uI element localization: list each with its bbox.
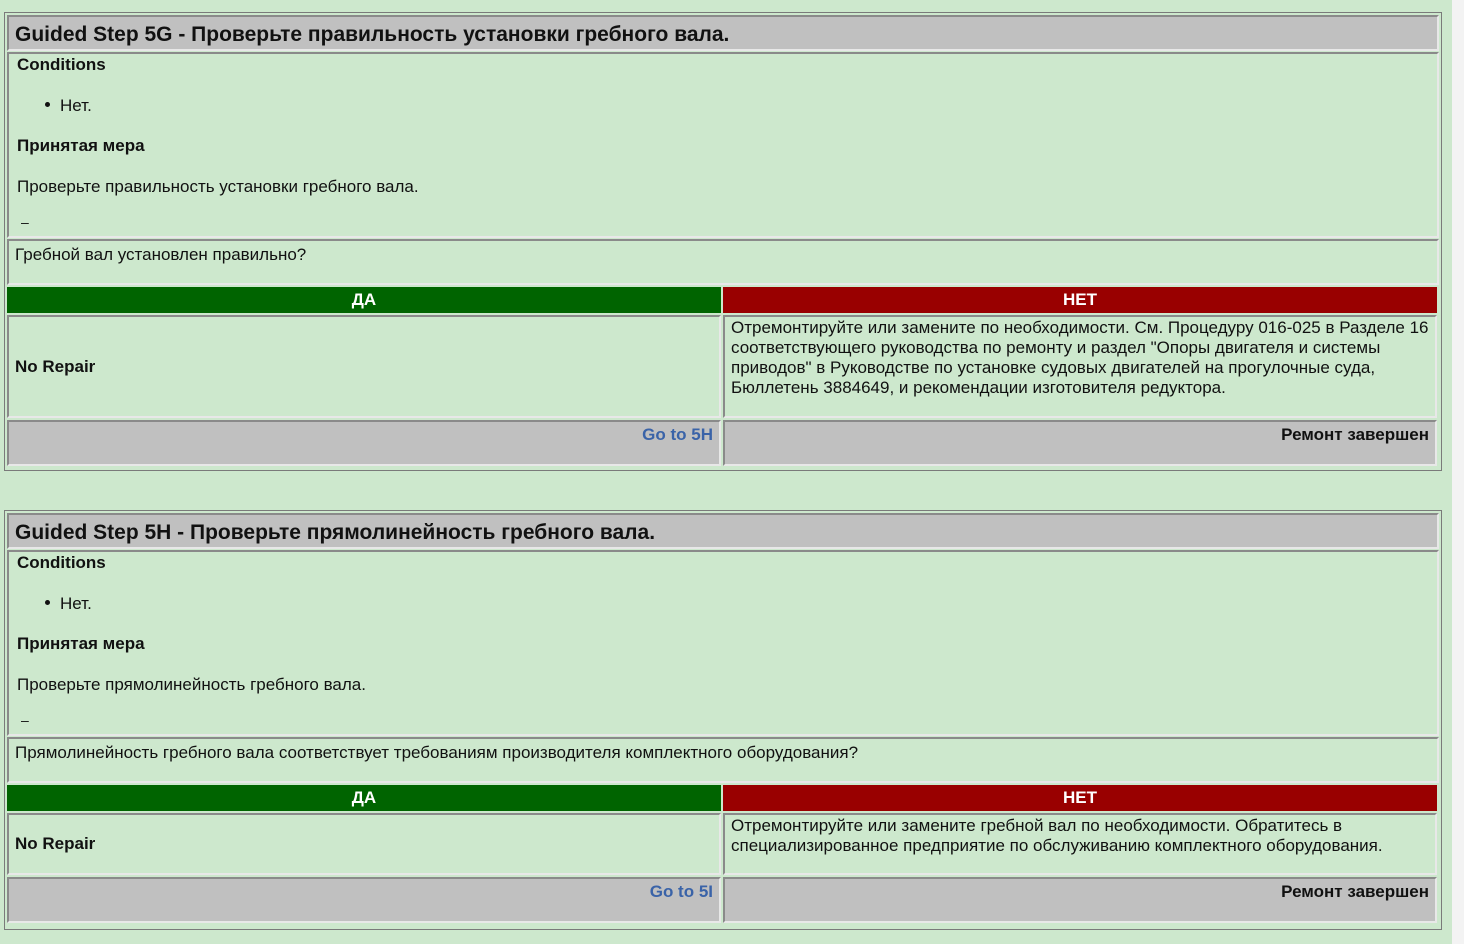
go-to-5h-link[interactable]: Go to 5H	[642, 425, 713, 444]
step-question: Прямолинейность гребного вала соответств…	[7, 737, 1439, 783]
page-right-strip	[1452, 0, 1464, 944]
bullet-icon	[45, 102, 50, 108]
no-header: НЕТ	[723, 287, 1437, 313]
separator-dash: –	[21, 712, 29, 728]
nav-row: Go to 5I Ремонт завершен	[6, 876, 1440, 924]
condition-item: Нет.	[45, 96, 92, 116]
conditions-heading: Conditions	[17, 553, 106, 572]
yes-nav-cell: Go to 5H	[7, 420, 721, 466]
no-result: Отремонтируйте или замените гребной вал …	[723, 813, 1437, 875]
action-text: Проверьте прямолинейность гребного вала.	[17, 675, 366, 694]
repair-complete-label: Ремонт завершен	[1281, 425, 1429, 444]
action-text: Проверьте правильность установки гребног…	[17, 177, 419, 196]
conditions-heading: Conditions	[17, 55, 106, 74]
bullet-icon	[45, 600, 50, 606]
go-to-5i-link[interactable]: Go to 5I	[650, 882, 713, 901]
no-result: Отремонтируйте или замените по необходим…	[723, 315, 1437, 418]
answer-header-row: ДА НЕТ	[6, 784, 1440, 812]
action-heading: Принятая мера	[17, 136, 145, 155]
step-question: Гребной вал установлен правильно?	[7, 239, 1439, 285]
guided-step-5h: Guided Step 5H - Проверьте прямолинейнос…	[4, 510, 1442, 930]
repair-complete-label: Ремонт завершен	[1281, 882, 1429, 901]
yes-header: ДА	[7, 287, 721, 313]
condition-item: Нет.	[45, 594, 92, 614]
yes-nav-cell: Go to 5I	[7, 877, 721, 923]
separator-dash: –	[21, 214, 29, 230]
conditions-panel: Conditions Нет. Принятая мера Проверьте …	[7, 550, 1439, 736]
guided-step-5g: Guided Step 5G - Проверьте правильность …	[4, 12, 1442, 471]
no-nav-cell: Ремонт завершен	[723, 420, 1437, 466]
conditions-panel: Conditions Нет. Принятая мера Проверьте …	[7, 52, 1439, 238]
yes-header: ДА	[7, 785, 721, 811]
result-row: No Repair Отремонтируйте или замените по…	[6, 314, 1440, 419]
action-heading: Принятая мера	[17, 634, 145, 653]
result-row: No Repair Отремонтируйте или замените гр…	[6, 812, 1440, 876]
yes-result: No Repair	[7, 813, 721, 875]
step-title: Guided Step 5G - Проверьте правильность …	[7, 15, 1439, 51]
nav-row: Go to 5H Ремонт завершен	[6, 419, 1440, 467]
answer-header-row: ДА НЕТ	[6, 286, 1440, 314]
step-title: Guided Step 5H - Проверьте прямолинейнос…	[7, 513, 1439, 549]
yes-result: No Repair	[7, 315, 721, 418]
no-nav-cell: Ремонт завершен	[723, 877, 1437, 923]
no-header: НЕТ	[723, 785, 1437, 811]
